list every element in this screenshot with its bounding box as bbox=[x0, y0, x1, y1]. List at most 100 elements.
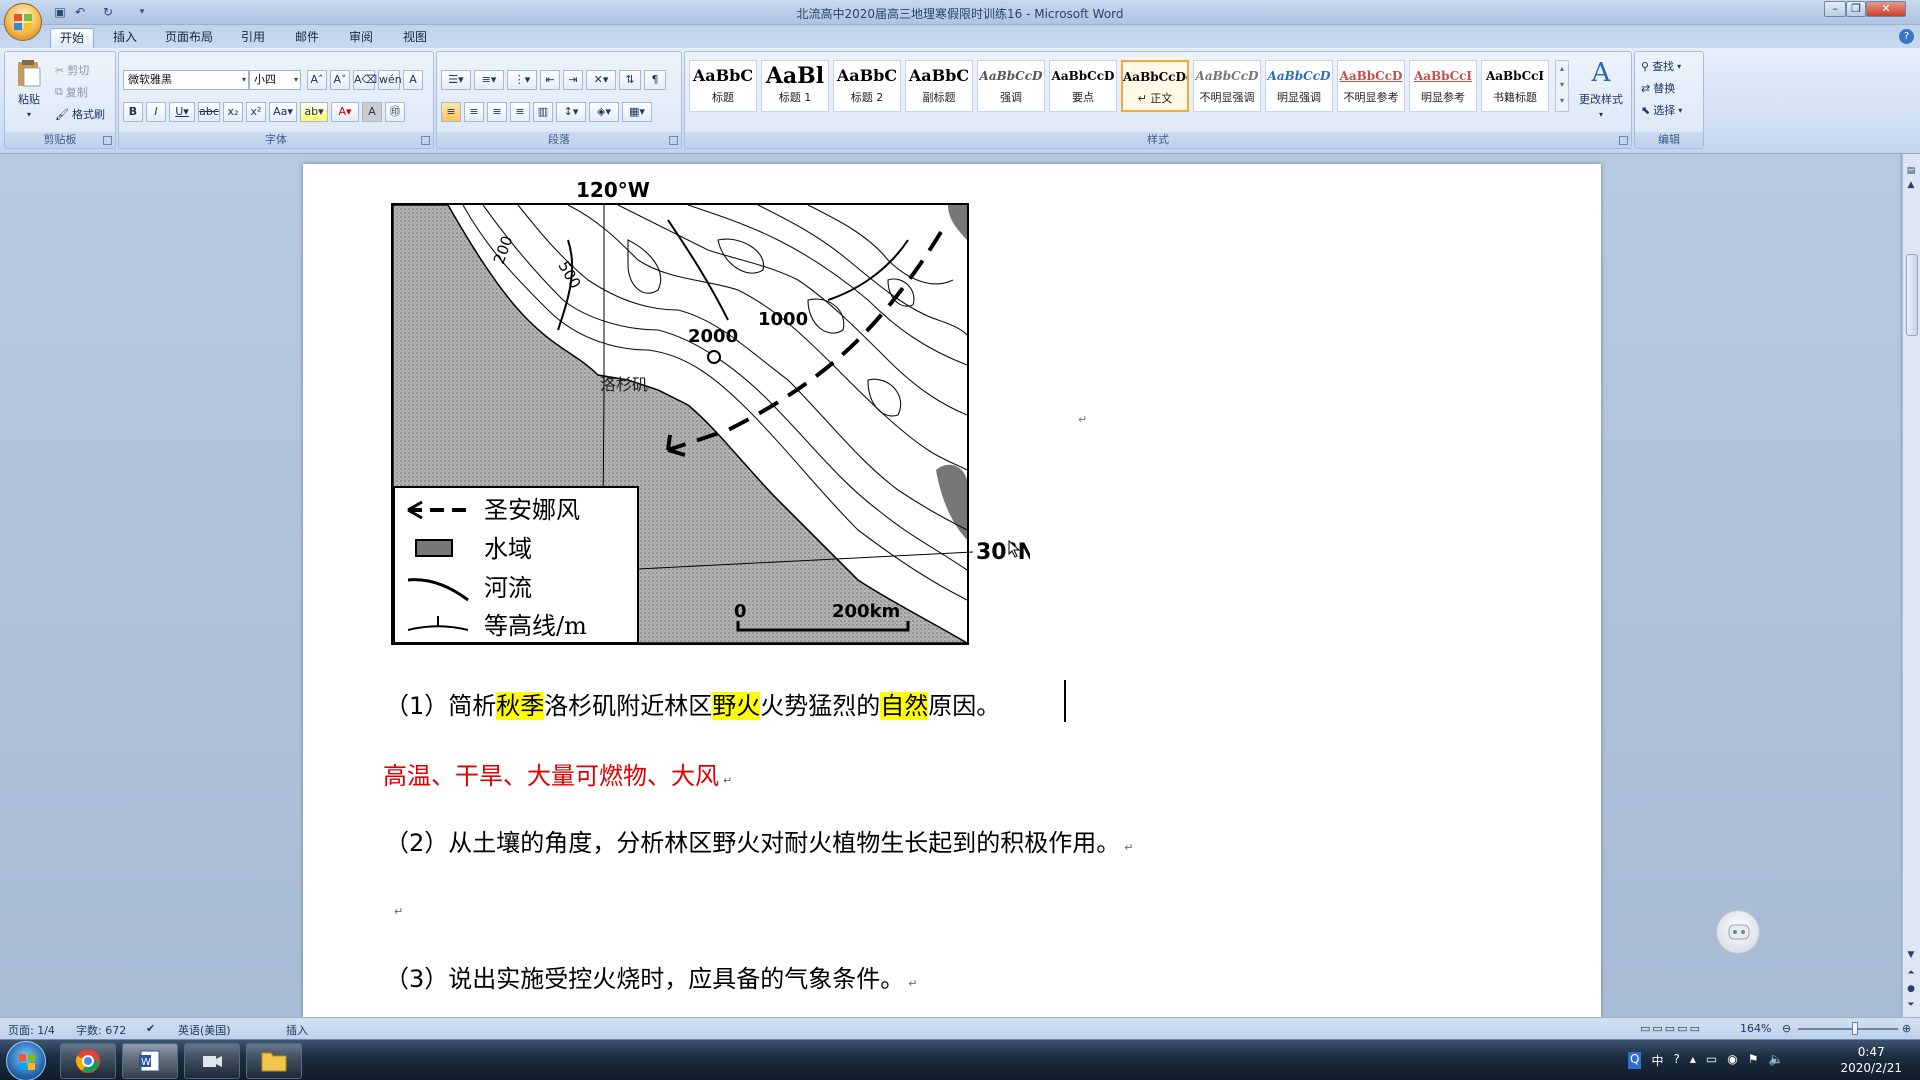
ime-icon[interactable]: Q bbox=[1628, 1052, 1642, 1069]
style-item[interactable]: AaBbCcI 明显参考 bbox=[1409, 60, 1477, 112]
style-item[interactable]: AaBbCcD 强调 bbox=[977, 60, 1045, 112]
tab-insert[interactable]: 插入 bbox=[104, 28, 146, 48]
show-marks-button[interactable]: ¶ bbox=[644, 70, 666, 90]
shading-button[interactable]: ◈▾ bbox=[589, 102, 619, 122]
office-button[interactable] bbox=[4, 3, 42, 41]
align-center-button[interactable]: ≡ bbox=[464, 102, 484, 122]
find-button[interactable]: ⚲ 查找 ▾ bbox=[1641, 58, 1681, 74]
align-left-button[interactable]: ≡ bbox=[441, 102, 461, 122]
style-item[interactable]: AaBbC 标题 2 bbox=[833, 60, 901, 112]
taskbar-explorer[interactable] bbox=[246, 1043, 302, 1079]
italic-button[interactable]: I bbox=[146, 102, 166, 122]
styles-launcher-icon[interactable] bbox=[1619, 136, 1628, 145]
subscript-button[interactable]: x₂ bbox=[223, 102, 243, 122]
scroll-down-icon[interactable]: ▼ bbox=[1903, 950, 1919, 964]
style-item[interactable]: AaBbC 标题 bbox=[689, 60, 757, 112]
help-tray-icon[interactable]: ? bbox=[1673, 1052, 1679, 1069]
grow-font-button[interactable]: A˄ bbox=[307, 70, 327, 90]
word-count[interactable]: 字数: 672 bbox=[76, 1022, 126, 1038]
underline-button[interactable]: U▾ bbox=[169, 102, 195, 122]
font-launcher-icon[interactable] bbox=[421, 136, 430, 145]
proofing-icon[interactable]: ✔ bbox=[146, 1022, 155, 1035]
restore-button[interactable]: ❐ bbox=[1846, 1, 1866, 17]
style-item[interactable]: AaBbCcI 书籍标题 bbox=[1481, 60, 1549, 112]
align-right-button[interactable]: ≡ bbox=[487, 102, 507, 122]
distribute-button[interactable]: ▥ bbox=[533, 102, 553, 122]
superscript-button[interactable]: x² bbox=[246, 102, 266, 122]
font-size-combo[interactable]: 小四 ▾ bbox=[249, 70, 301, 90]
next-page-icon[interactable]: ⏷ bbox=[1903, 1000, 1919, 1014]
tab-home[interactable]: 开始 bbox=[50, 28, 95, 48]
paragraph-launcher-icon[interactable] bbox=[669, 136, 678, 145]
clipboard-launcher-icon[interactable] bbox=[103, 136, 112, 145]
tab-mailings[interactable]: 邮件 bbox=[286, 28, 328, 48]
char-shading-button[interactable]: A bbox=[362, 102, 382, 122]
tab-page-layout[interactable]: 页面布局 bbox=[156, 28, 222, 48]
style-item[interactable]: AaBbCcD 要点 bbox=[1049, 60, 1117, 112]
battery-icon[interactable]: ▭ bbox=[1706, 1052, 1717, 1069]
clock[interactable]: 0:47 2020/2/21 bbox=[1840, 1044, 1902, 1076]
gallery-scroll[interactable]: ▴ ▾ ▾ bbox=[1555, 60, 1569, 112]
style-item[interactable]: AaBbC 副标题 bbox=[905, 60, 973, 112]
numbering-button[interactable]: ≡▾ bbox=[474, 70, 504, 90]
sort-button[interactable]: ⇅ bbox=[619, 70, 641, 90]
zoom-in-icon[interactable]: ⊕ bbox=[1902, 1022, 1911, 1035]
chinese-layout-button[interactable]: ✕▾ bbox=[586, 70, 616, 90]
enclose-char-button[interactable]: ㊞ bbox=[385, 102, 405, 122]
cut-button[interactable]: ✂ 剪切 bbox=[55, 62, 89, 78]
strikethrough-button[interactable]: abc bbox=[198, 102, 220, 122]
page-count[interactable]: 页面: 1/4 bbox=[8, 1022, 55, 1038]
action-center-icon[interactable]: ⚑ bbox=[1748, 1052, 1759, 1069]
style-item[interactable]: AaBbCcD 明显强调 bbox=[1265, 60, 1333, 112]
decrease-indent-button[interactable]: ⇤ bbox=[540, 70, 560, 90]
phonetic-guide-button[interactable]: wén bbox=[378, 70, 402, 90]
zoom-level[interactable]: 164% bbox=[1740, 1022, 1771, 1035]
floating-assistant-icon[interactable] bbox=[1716, 910, 1760, 954]
style-item[interactable]: AaBbCcDc ↵ 正文 bbox=[1121, 60, 1189, 112]
change-styles-button[interactable]: A 更改样式 ▾ bbox=[1573, 58, 1629, 119]
view-buttons-icon[interactable]: ▭▭▭▭▭ bbox=[1640, 1022, 1702, 1035]
font-color-button[interactable]: A▾ bbox=[331, 102, 359, 122]
volume-icon[interactable]: 🔈 bbox=[1768, 1052, 1783, 1069]
style-item[interactable]: AaBl 标题 1 bbox=[761, 60, 829, 112]
line-spacing-button[interactable]: ↕▾ bbox=[556, 102, 586, 122]
ime-mode[interactable]: 中 bbox=[1651, 1052, 1663, 1069]
scroll-thumb[interactable] bbox=[1906, 254, 1918, 336]
tab-review[interactable]: 审阅 bbox=[340, 28, 382, 48]
font-name-combo[interactable]: 微软雅黑 ▾ bbox=[123, 70, 249, 90]
justify-button[interactable]: ≡ bbox=[510, 102, 530, 122]
minimize-button[interactable]: – bbox=[1824, 1, 1846, 17]
taskbar-word[interactable]: W bbox=[122, 1043, 178, 1079]
tab-references[interactable]: 引用 bbox=[232, 28, 274, 48]
clear-format-button[interactable]: A⌫ bbox=[353, 70, 377, 90]
taskbar-recorder[interactable] bbox=[184, 1043, 240, 1079]
start-button[interactable] bbox=[6, 1041, 46, 1080]
browse-object-icon[interactable]: ● bbox=[1903, 984, 1919, 998]
shrink-font-button[interactable]: A˅ bbox=[330, 70, 350, 90]
taskbar-browser[interactable] bbox=[60, 1043, 116, 1079]
paste-button[interactable]: 粘贴 ▾ bbox=[11, 58, 47, 119]
style-item[interactable]: AaBbCcD 不明显强调 bbox=[1193, 60, 1261, 112]
char-border-button[interactable]: A bbox=[403, 70, 423, 90]
scroll-up-icon[interactable]: ▲ bbox=[1903, 180, 1919, 194]
multilevel-list-button[interactable]: ⋮▾ bbox=[507, 70, 537, 90]
replace-button[interactable]: ⇄ 替换 bbox=[1641, 80, 1675, 96]
previous-page-icon[interactable]: ⏶ bbox=[1903, 968, 1919, 982]
increase-indent-button[interactable]: ⇥ bbox=[563, 70, 583, 90]
format-painter-button[interactable]: 🖌 格式刷 bbox=[55, 106, 105, 122]
insert-mode[interactable]: 插入 bbox=[286, 1022, 308, 1038]
network-icon[interactable]: ◉ bbox=[1727, 1052, 1737, 1069]
highlight-button[interactable]: ab▾ bbox=[300, 102, 328, 122]
borders-button[interactable]: ▦▾ bbox=[622, 102, 652, 122]
zoom-slider[interactable] bbox=[1798, 1028, 1898, 1030]
change-case-button[interactable]: Aa▾ bbox=[269, 102, 297, 122]
select-button[interactable]: ⬉ 选择 ▾ bbox=[1641, 102, 1682, 118]
bold-button[interactable]: B bbox=[123, 102, 143, 122]
ruler-toggle-icon[interactable]: ▤ bbox=[1903, 166, 1919, 180]
help-icon[interactable]: ? bbox=[1899, 29, 1914, 44]
close-button[interactable]: ✕ bbox=[1866, 1, 1906, 17]
bullets-button[interactable]: ☰▾ bbox=[441, 70, 471, 90]
style-item[interactable]: AaBbCcD 不明显参考 bbox=[1337, 60, 1405, 112]
tray-expand-icon[interactable]: ▴ bbox=[1690, 1052, 1696, 1069]
language[interactable]: 英语(美国) bbox=[178, 1022, 231, 1038]
